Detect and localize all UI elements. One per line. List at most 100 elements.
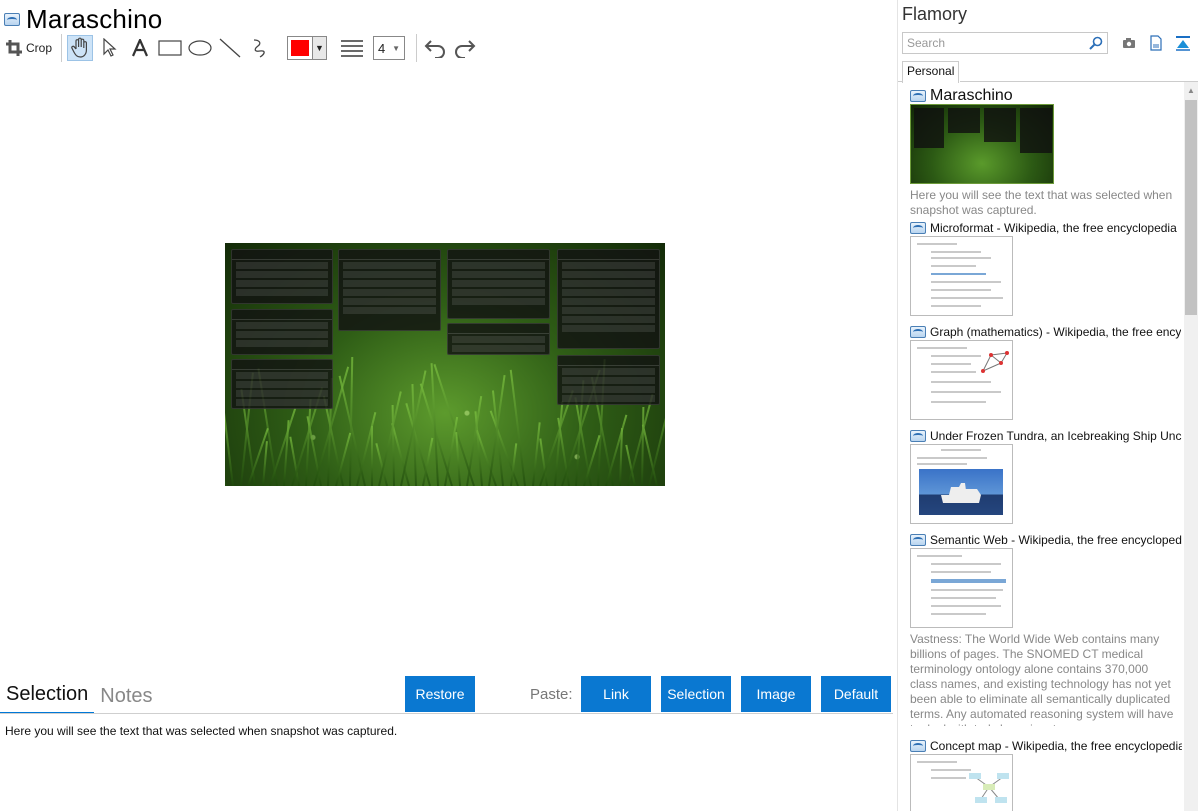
collapse-button[interactable] [1174, 34, 1192, 52]
grass-blade [604, 414, 627, 486]
list-item[interactable]: Graph (mathematics) - Wikipedia, the fre… [910, 324, 1182, 420]
paste-selection-button[interactable]: Selection [661, 676, 731, 712]
item-description: Vastness: The World Wide Web contains ma… [910, 632, 1174, 726]
line-width-select[interactable]: 4 ▼ [373, 36, 406, 60]
selection-text: Here you will see the text that was sele… [5, 724, 398, 738]
camera-button[interactable] [1120, 34, 1138, 52]
freehand-icon [253, 39, 265, 58]
restore-button[interactable]: Restore [405, 676, 475, 712]
item-thumbnail [910, 340, 1013, 420]
snapshot-widget [447, 249, 550, 319]
annotation-toolbar: Crop ▼ 4 ▼ [6, 34, 482, 62]
item-title: Graph (mathematics) - Wikipedia, the fre… [930, 325, 1182, 339]
grass-blade [225, 409, 235, 486]
snapshot-widget [338, 249, 441, 331]
snapshot-widget [557, 249, 660, 349]
toolbar-separator [61, 34, 63, 62]
grass-blade [261, 441, 268, 486]
webpage-icon [4, 12, 20, 26]
grass-blade [356, 412, 377, 486]
freehand-tool-button[interactable] [247, 35, 273, 61]
item-header: Concept map - Wikipedia, the free encycl… [910, 738, 1182, 754]
line-width-icon [341, 40, 364, 57]
ellipse-tool-button[interactable] [187, 35, 213, 61]
line-width-button[interactable] [339, 35, 365, 61]
list-item[interactable]: Under Frozen Tundra, an Icebreaking Ship… [910, 428, 1182, 524]
redo-button[interactable] [452, 35, 478, 61]
document-title: Maraschino [26, 3, 163, 34]
item-title: Concept map - Wikipedia, the free encycl… [930, 739, 1182, 753]
item-description: Here you will see the text that was sele… [910, 188, 1173, 217]
search-icon[interactable] [1089, 36, 1103, 50]
list-item[interactable]: Maraschino Here you will see the text th… [910, 88, 1182, 218]
item-thumbnail [910, 754, 1013, 811]
line-width-value: 4 [378, 40, 386, 56]
app-name: Flamory [902, 4, 968, 24]
grass-blade [371, 426, 373, 486]
flamory-sidebar: Flamory Search Personal Maraschino Here … [897, 0, 1198, 811]
grass-blade [225, 448, 227, 486]
paste-default-button[interactable]: Default [821, 676, 891, 712]
pointer-tool-button[interactable] [97, 35, 123, 61]
hand-icon [71, 37, 88, 58]
webpage-icon [910, 534, 926, 546]
tab-selection[interactable]: Selection [0, 683, 95, 714]
chevron-down-icon: ▼ [392, 43, 401, 53]
snapshot-editor: Maraschino Crop ▼ 4 ▼ Selection Notes Re… [0, 0, 893, 811]
undo-icon [424, 40, 446, 58]
item-title: Under Frozen Tundra, an Icebreaking Ship… [930, 429, 1182, 443]
document-button[interactable] [1147, 34, 1165, 52]
sidebar-scrollbar[interactable]: ▲ [1184, 82, 1198, 811]
undo-button[interactable] [422, 35, 448, 61]
item-thumbnail [910, 548, 1013, 628]
item-header: Graph (mathematics) - Wikipedia, the fre… [910, 324, 1182, 340]
grass-blade [378, 391, 403, 486]
item-thumbnail [910, 444, 1013, 524]
snapshot-image [225, 243, 665, 486]
search-placeholder: Search [907, 36, 946, 50]
list-item[interactable]: Concept map - Wikipedia, the free encycl… [910, 738, 1182, 811]
grass-blade [531, 422, 541, 486]
snapshot-widget [447, 323, 550, 355]
tab-divider [0, 713, 893, 714]
stroke-color-picker[interactable]: ▼ [287, 36, 328, 60]
collapse-up-icon [1176, 36, 1190, 51]
rectangle-tool-button[interactable] [157, 35, 183, 61]
webpage-icon [910, 740, 926, 752]
ellipse-icon [188, 40, 212, 56]
line-tool-button[interactable] [217, 35, 243, 61]
bottom-tabs: Selection Notes [0, 680, 159, 714]
scroll-up-icon[interactable]: ▲ [1187, 86, 1195, 95]
tab-notes[interactable]: Notes [94, 685, 158, 714]
paste-label: Paste: [530, 686, 573, 703]
redo-icon [455, 40, 476, 58]
camera-icon [1123, 38, 1135, 48]
text-tool-button[interactable] [127, 35, 153, 61]
crop-icon [6, 40, 22, 56]
chevron-down-icon[interactable]: ▼ [312, 37, 327, 59]
hand-tool-button[interactable] [67, 35, 94, 61]
scrollbar-thumb[interactable] [1185, 100, 1197, 315]
item-title: Maraschino [930, 88, 1013, 104]
list-item[interactable]: Semantic Web - Wikipedia, the free encyc… [910, 532, 1182, 726]
tab-personal[interactable]: Personal [902, 61, 960, 83]
grass-blade [626, 393, 654, 486]
list-item[interactable]: Microformat - Wikipedia, the free encycl… [910, 220, 1182, 316]
paste-link-button[interactable]: Link [581, 676, 651, 712]
tab-divider [960, 81, 1198, 82]
rectangle-icon [158, 40, 182, 56]
paste-image-button[interactable]: Image [741, 676, 811, 712]
webpage-icon [910, 222, 926, 234]
search-input[interactable]: Search [902, 32, 1108, 54]
item-header: Semantic Web - Wikipedia, the free encyc… [910, 532, 1182, 548]
webpage-icon [910, 326, 926, 338]
arrow-pointer-icon [103, 38, 117, 57]
document-icon [1150, 35, 1162, 51]
crop-button[interactable]: Crop [6, 35, 52, 61]
snapshot-widget [231, 359, 333, 409]
flamory-window: Maraschino Crop ▼ 4 ▼ Selection Notes Re… [0, 0, 1198, 811]
stroke-color-swatch [291, 40, 310, 56]
item-header: Maraschino [910, 88, 1182, 104]
crop-label: Crop [26, 41, 53, 55]
text-icon [132, 39, 149, 57]
